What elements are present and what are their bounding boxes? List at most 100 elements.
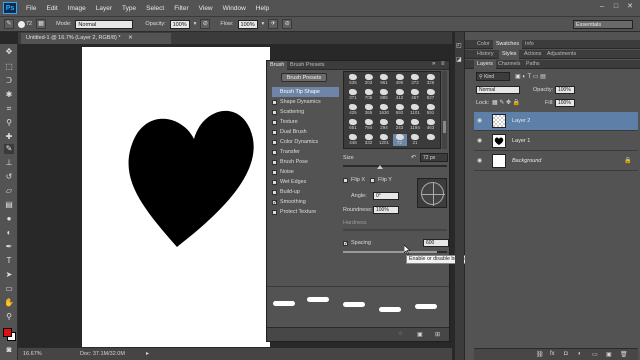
brush-tip-cell[interactable]: 1194 [408,119,422,131]
quick-select-tool-icon[interactable]: ✱ [4,90,14,100]
visibility-eye-icon[interactable]: ◉ [477,118,485,124]
blur-tool-icon[interactable]: ● [4,214,14,224]
collapse-icon[interactable]: » [432,61,435,67]
brush-tip-cell[interactable]: 457 [408,89,422,101]
brush-option-item[interactable]: Noise [272,167,339,177]
properties-panel-icon[interactable]: ◪ [456,56,462,63]
brush-tip-cell[interactable]: 592 [393,104,407,116]
menu-layer[interactable]: Layer [91,5,117,12]
minimize-icon[interactable]: – [598,3,606,11]
brush-tip-cell[interactable]: 203 [362,74,376,86]
close-icon[interactable]: ✕ [626,3,634,11]
layer-row[interactable]: ◉ Background 🔒 [474,152,638,171]
brush-option-item[interactable]: Build-up [272,187,339,197]
brush-tip-cell[interactable]: 1101 [408,104,422,116]
tip-grid-scroll-thumb[interactable] [443,121,446,133]
foreground-color-swatch[interactable] [3,328,12,337]
tab-channels[interactable]: Channels [495,60,523,69]
tab-info[interactable]: Info [522,40,537,49]
brush-tip-cell[interactable]: 527 [424,89,438,101]
brush-option-item[interactable]: Wet Edges [272,177,339,187]
reset-size-icon[interactable]: ↶ [411,154,416,161]
brush-tip-cell[interactable]: 885 [377,89,391,101]
clone-stamp-tool-icon[interactable]: ⊥ [4,158,14,168]
hand-tool-icon[interactable]: ✋ [4,298,14,308]
brush-tip-cell[interactable] [424,134,438,146]
panel-menu-icon[interactable]: ≡ [441,61,445,67]
brush-option-checkbox[interactable] [272,129,277,135]
angle-roundness-control[interactable] [417,178,447,208]
visibility-eye-icon[interactable]: ◉ [477,158,485,164]
layer-opacity-field[interactable]: 100% [555,86,575,94]
flip-x-toggle[interactable]: Flip X [343,177,365,183]
tab-brush-presets[interactable]: Brush Presets [287,61,328,70]
eyedropper-tool-icon[interactable]: ⚲ [4,118,14,128]
history-panel-icon[interactable]: ◰ [456,42,462,49]
brush-option-checkbox[interactable] [272,179,277,185]
eraser-tool-icon[interactable]: ▱ [4,186,14,196]
brush-tip-cell[interactable]: 651 [346,119,360,131]
filter-icons[interactable]: ▣ ◐ T ▭ ▤ [515,73,546,80]
brush-tip-cell[interactable]: 332 [362,134,376,146]
brush-option-checkbox[interactable] [272,209,277,215]
brush-option-item[interactable]: Protect Texture [272,207,339,217]
spacing-toggle[interactable]: ✓ Spacing [343,240,371,246]
brush-tip-cell[interactable]: 591 [424,104,438,116]
document-canvas[interactable] [82,47,270,347]
spacing-field[interactable]: 600 [423,239,449,247]
chevron-down-icon[interactable]: ▾ [194,21,197,27]
pen-tool-icon[interactable]: ✒ [4,242,14,252]
document-tab[interactable]: Untitled-1 @ 16.7% (Layer 2, RGB/8) * ✕ [21,33,171,44]
toggle-brush-panel-icon[interactable]: ▦ [36,19,47,29]
size-field[interactable]: 72 px [420,153,448,162]
tip-grid-scrollbar[interactable] [442,71,447,149]
brush-option-item[interactable]: Brush Pose [272,157,339,167]
marquee-tool-icon[interactable]: ⬚ [4,62,14,72]
brush-tip-cell[interactable]: 1201 [377,134,391,146]
tab-brush[interactable]: Brush [267,61,288,70]
brush-tip-cell[interactable]: 425 [346,104,360,116]
chevron-down-icon[interactable]: ▾ [262,21,265,27]
move-tool-icon[interactable]: ✥ [4,47,14,57]
menu-view[interactable]: View [194,5,218,12]
airbrush-icon[interactable]: ✈ [268,19,279,29]
fill-field[interactable]: 100% [555,99,575,107]
brush-option-checkbox[interactable] [272,109,277,115]
size-slider-knob[interactable] [377,165,383,169]
delete-layer-icon[interactable]: 🗑 [620,351,628,358]
brush-tip-cell[interactable]: 72 [392,134,407,146]
mode-select[interactable]: Normal [75,19,134,29]
menu-image[interactable]: Image [63,5,91,12]
maximize-icon[interactable]: □ [612,3,620,11]
tab-swatches[interactable]: Swatches [493,40,522,49]
healing-brush-tool-icon[interactable]: ✚ [4,132,14,142]
workspace-switcher[interactable]: Essentials [573,20,633,29]
pressure-size-icon[interactable]: ⊘ [282,19,293,29]
layer-row[interactable]: ◉ Layer 1 [474,132,638,151]
status-menu-arrow-icon[interactable]: ▸ [146,350,149,357]
brush-option-item[interactable]: Scattering [272,107,339,117]
quick-mask-icon[interactable]: ◙ [4,345,14,355]
menu-help[interactable]: Help [251,5,274,12]
blend-mode-select[interactable]: Normal [476,86,520,94]
brush-tip-cell[interactable]: 21 [408,134,422,146]
tab-layers[interactable]: Layers [474,60,496,69]
brush-tip-cell[interactable]: 784 [362,119,376,131]
tab-actions[interactable]: Actions [521,50,544,59]
lock-icons[interactable]: ▦ ✎ ✥ 🔒 [492,99,520,106]
brush-tip-cell[interactable]: 294 [377,119,391,131]
roundness-field[interactable]: 100% [373,206,399,214]
brush-tip-cell[interactable]: 1630 [377,104,391,116]
new-layer-icon[interactable]: ▣ [606,351,612,358]
shape-tool-icon[interactable]: ▭ [4,284,14,294]
flip-y-toggle[interactable]: Flip Y [370,177,392,183]
spacing-slider[interactable] [343,251,447,253]
brush-tip-cell[interactable]: 463 [424,119,438,131]
zoom-level[interactable]: 16.67% [23,351,42,357]
lasso-tool-icon[interactable]: ᑐ [4,76,14,86]
brush-option-checkbox[interactable] [272,159,277,165]
menu-filter[interactable]: Filter [169,5,193,12]
new-brush-icon[interactable]: ▣ [417,331,423,338]
menu-type[interactable]: Type [117,5,141,12]
brush-tool-icon[interactable]: ✎ [4,144,14,154]
